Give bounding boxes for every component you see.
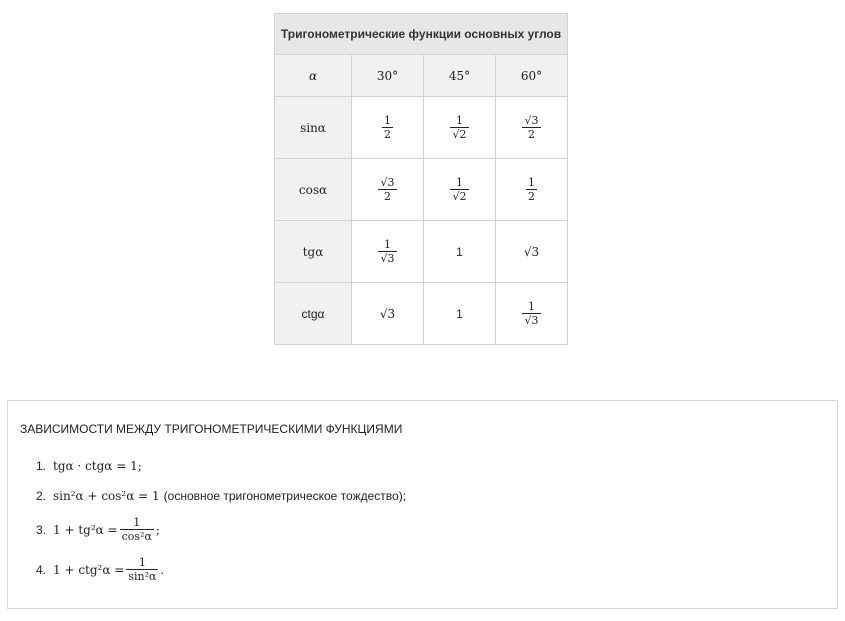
row-label-cos: cosα bbox=[274, 158, 352, 221]
cell-tg-30: 1 √3 bbox=[351, 220, 424, 283]
relation-lhs: 1 + tg²α = bbox=[53, 522, 118, 537]
fraction: 12 bbox=[526, 176, 537, 203]
cell-ctg-60: 1 √3 bbox=[495, 282, 568, 345]
fraction: 1 √3 bbox=[522, 300, 541, 327]
table-row-cos: cosα √3 2 1 √2 12 bbox=[274, 158, 568, 221]
relation-note: (основное тригонометрическое тождество); bbox=[163, 489, 407, 503]
cell-tg-60: √3 bbox=[495, 220, 568, 283]
fraction: 1 cos²α bbox=[119, 516, 154, 543]
fraction: 1 √3 bbox=[378, 238, 397, 265]
list-number: 1. bbox=[36, 459, 47, 473]
relation-item-1: 1. tgα · ctgα = 1; bbox=[36, 459, 142, 473]
list-number: 2. bbox=[36, 489, 47, 503]
relation-item-2: 2. sin²α + cos²α = 1 (основное тригономе… bbox=[36, 489, 406, 503]
fraction: 1 sin²α bbox=[126, 556, 159, 583]
cell-sin-30: 12 bbox=[351, 96, 424, 159]
relation-formula: tgα · ctgα = 1; bbox=[53, 459, 142, 473]
list-number: 4. bbox=[36, 562, 47, 577]
table-title: Тригонометрические функции основных угло… bbox=[274, 13, 568, 55]
list-number: 3. bbox=[36, 522, 47, 537]
header-angle-30: 30° bbox=[351, 54, 424, 97]
header-angle-60: 60° bbox=[495, 54, 568, 97]
row-label-ctg: ctgα bbox=[274, 282, 352, 345]
table-header-row: α 30° 45° 60° bbox=[274, 54, 568, 97]
cell-cos-30: √3 2 bbox=[351, 158, 424, 221]
relation-item-4: 4. 1 + ctg²α = 1 sin²α . bbox=[36, 556, 165, 583]
cell-tg-45: 1 bbox=[423, 220, 496, 283]
fraction: 1 √2 bbox=[450, 114, 469, 141]
cell-sin-60: √3 2 bbox=[495, 96, 568, 159]
header-angle-45: 45° bbox=[423, 54, 496, 97]
fraction: 12 bbox=[382, 114, 393, 141]
relations-panel: ЗАВИСИМОСТИ МЕЖДУ ТРИГОНОМЕТРИЧЕСКИМИ ФУ… bbox=[7, 400, 838, 609]
trig-values-table: Тригонометрические функции основных угло… bbox=[274, 13, 568, 345]
cell-sin-45: 1 √2 bbox=[423, 96, 496, 159]
relation-item-3: 3. 1 + tg²α = 1 cos²α ; bbox=[36, 516, 160, 543]
cell-ctg-45: 1 bbox=[423, 282, 496, 345]
row-label-tg: tgα bbox=[274, 220, 352, 283]
fraction: 1 √2 bbox=[450, 176, 469, 203]
table-row-ctg: ctgα √3 1 1 √3 bbox=[274, 282, 568, 345]
cell-ctg-30: √3 bbox=[351, 282, 424, 345]
table-row-sin: sinα 12 1 √2 √3 2 bbox=[274, 96, 568, 159]
row-label-sin: sinα bbox=[274, 96, 352, 159]
cell-cos-45: 1 √2 bbox=[423, 158, 496, 221]
relations-title: ЗАВИСИМОСТИ МЕЖДУ ТРИГОНОМЕТРИЧЕСКИМИ ФУ… bbox=[20, 422, 403, 436]
relation-formula: sin²α + cos²α = 1 bbox=[53, 489, 160, 503]
fraction: √3 2 bbox=[522, 114, 541, 141]
table-row-tg: tgα 1 √3 1 √3 bbox=[274, 220, 568, 283]
cell-cos-60: 12 bbox=[495, 158, 568, 221]
header-alpha: α bbox=[274, 54, 352, 97]
relation-lhs: 1 + ctg²α = bbox=[53, 562, 125, 577]
fraction: √3 2 bbox=[378, 176, 397, 203]
